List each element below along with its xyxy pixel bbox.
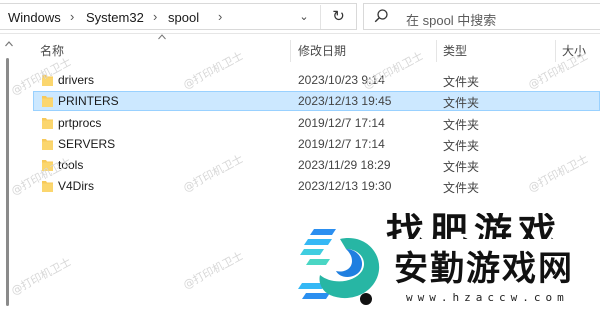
logo-top-text: 找肥游戏网 bbox=[386, 213, 563, 239]
sort-ascending-icon[interactable] bbox=[158, 34, 166, 40]
file-row-selected[interactable]: PRINTERS 2023/12/13 19:45 文件夹 bbox=[33, 91, 600, 111]
game-controller-logo-icon bbox=[298, 229, 380, 305]
refresh-button[interactable]: ↻ bbox=[320, 5, 356, 29]
file-type: 文件夹 bbox=[443, 139, 480, 153]
file-name: PRINTERS bbox=[58, 94, 119, 108]
breadcrumb-separator-icon[interactable]: › bbox=[153, 9, 157, 24]
folder-icon bbox=[42, 96, 53, 107]
breadcrumb-item-system32[interactable]: System32 bbox=[86, 10, 144, 25]
breadcrumb-item-windows[interactable]: Windows bbox=[8, 10, 61, 25]
file-row[interactable]: prtprocs 2019/12/7 17:14 文件夹 bbox=[33, 113, 600, 133]
file-name: V4Dirs bbox=[58, 179, 95, 193]
column-divider[interactable] bbox=[555, 40, 556, 62]
file-type: 文件夹 bbox=[443, 160, 480, 174]
file-date: 2019/12/7 17:14 bbox=[298, 116, 385, 130]
file-type: 文件夹 bbox=[443, 118, 480, 132]
logo-main-text: 安勤游戏网 bbox=[394, 249, 574, 289]
address-bar[interactable]: Windows › System32 › spool › ⌄ ↻ bbox=[0, 3, 357, 30]
column-header-date[interactable]: 修改日期 bbox=[298, 42, 346, 59]
watermark-text: @打印机卫士 bbox=[9, 255, 74, 298]
file-row[interactable]: tools 2023/11/29 18:29 文件夹 bbox=[33, 155, 600, 175]
search-icon bbox=[374, 9, 388, 23]
column-divider[interactable] bbox=[290, 40, 291, 62]
file-row[interactable]: SERVERS 2019/12/7 17:14 文件夹 bbox=[33, 134, 600, 154]
folder-icon bbox=[42, 139, 53, 150]
column-divider[interactable] bbox=[436, 40, 437, 62]
file-type: 文件夹 bbox=[443, 181, 480, 195]
column-header-type[interactable]: 类型 bbox=[443, 42, 467, 59]
toolbar: Windows › System32 › spool › ⌄ ↻ 在 spool… bbox=[0, 0, 600, 34]
file-date: 2019/12/7 17:14 bbox=[298, 137, 385, 151]
file-date: 2023/11/29 18:29 bbox=[298, 158, 391, 172]
logo-url: www.hzaccw.com bbox=[406, 291, 569, 304]
file-name: SERVERS bbox=[58, 137, 116, 151]
breadcrumb-separator-icon[interactable]: › bbox=[70, 9, 74, 24]
breadcrumb-item-spool[interactable]: spool bbox=[168, 10, 199, 25]
file-type: 文件夹 bbox=[443, 96, 480, 110]
file-row[interactable]: V4Dirs 2023/12/13 19:30 文件夹 bbox=[33, 176, 600, 196]
file-type: 文件夹 bbox=[443, 75, 480, 89]
search-placeholder[interactable]: 在 spool 中搜索 bbox=[406, 10, 496, 29]
breadcrumb-separator-icon[interactable]: › bbox=[218, 9, 222, 24]
folder-icon bbox=[42, 118, 53, 129]
file-date: 2023/12/13 19:45 bbox=[298, 94, 392, 108]
watermark-text: @打印机卫士 bbox=[181, 249, 246, 292]
file-name: prtprocs bbox=[58, 116, 102, 130]
file-date: 2023/12/13 19:30 bbox=[298, 179, 392, 193]
file-row[interactable]: drivers 2023/10/23 9:14 文件夹 bbox=[33, 70, 600, 90]
site-logo-overlay: 找肥游戏网 安勤游戏网 www.hzaccw.com bbox=[294, 213, 600, 309]
vertical-scrollbar-thumb[interactable] bbox=[6, 58, 9, 306]
address-history-dropdown-icon[interactable]: ⌄ bbox=[294, 8, 314, 26]
search-box[interactable]: 在 spool 中搜索 bbox=[363, 3, 600, 30]
scroll-up-arrow-icon[interactable] bbox=[5, 40, 13, 48]
file-name: drivers bbox=[58, 73, 95, 87]
